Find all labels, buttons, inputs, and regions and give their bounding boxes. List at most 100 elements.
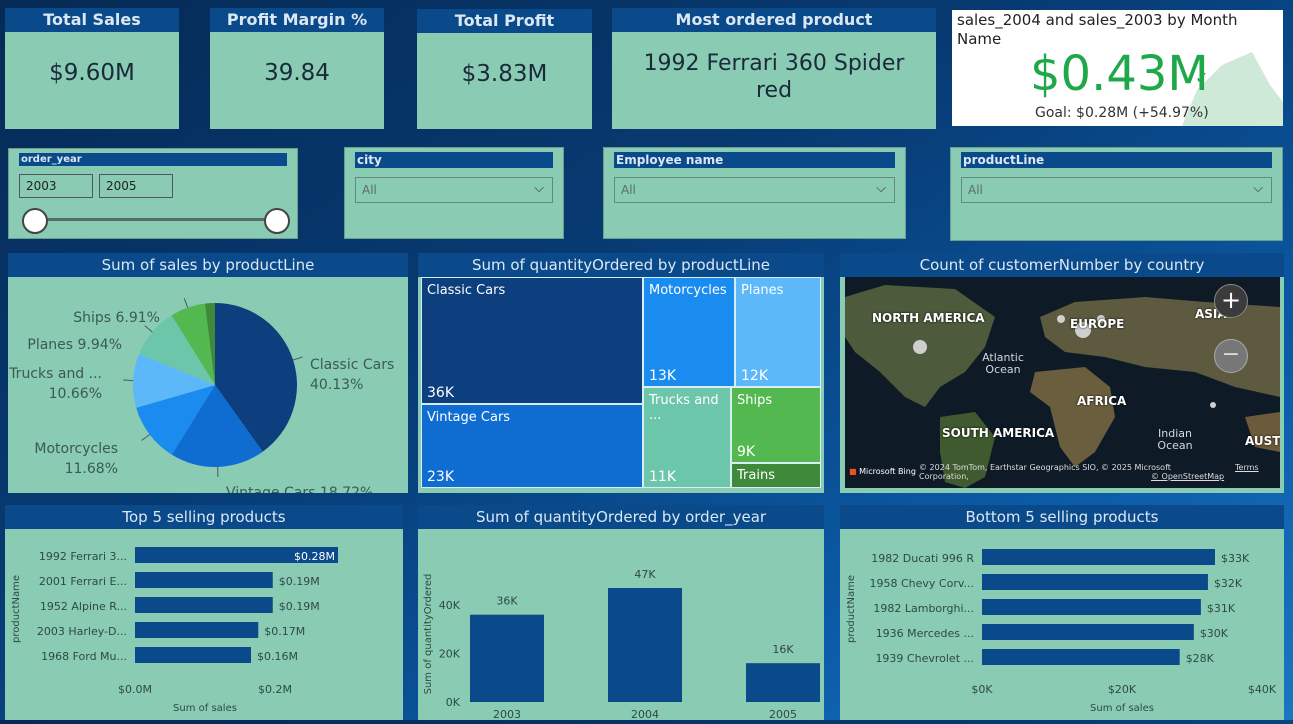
check-icon: ✓ bbox=[1195, 68, 1208, 87]
map-card: Count of customerNumber by country NORTH… bbox=[840, 253, 1284, 493]
treemap-tile-planes[interactable]: Planes12K bbox=[735, 277, 821, 387]
kpi-value: $9.60M bbox=[5, 60, 179, 86]
chevron-down-icon: ⌵ bbox=[1253, 177, 1263, 201]
map-ocean-label: Atlantic Ocean bbox=[977, 352, 1029, 376]
bar-value-label: $0.17M bbox=[264, 625, 305, 638]
map-bubble[interactable] bbox=[1057, 315, 1065, 323]
pie-leader-line bbox=[293, 357, 303, 360]
tile-label: Classic Cars bbox=[427, 283, 505, 298]
pie-slice-label: Trucks and ... bbox=[8, 366, 102, 382]
bar-value-label: $33K bbox=[1221, 552, 1250, 565]
bar-value-label: $32K bbox=[1214, 577, 1243, 590]
treemap-tile-classic-cars[interactable]: Classic Cars36K bbox=[421, 277, 643, 404]
treemap-tile-vintage-cars[interactable]: Vintage Cars23K bbox=[421, 404, 643, 488]
tile-label: Vintage Cars bbox=[427, 410, 510, 425]
bar-category-label: 1968 Ford Mu... bbox=[41, 650, 127, 663]
column bbox=[470, 615, 544, 702]
kpi-total-profit: Total Profit $3.83M bbox=[417, 9, 592, 129]
pie-slice-percent: 11.68% bbox=[65, 461, 118, 477]
kpi-title: Most ordered product bbox=[612, 8, 936, 32]
year-range-start-handle[interactable] bbox=[22, 208, 48, 234]
bing-logo: ■ Microsoft Bing bbox=[849, 467, 916, 476]
pie-slice-label: Planes 9.94% bbox=[27, 337, 122, 353]
tile-label: Motorcycles bbox=[649, 283, 727, 298]
year-to-input[interactable]: 2005 bbox=[99, 174, 173, 198]
pie-chart-card: Sum of sales by productLine Classic Cars… bbox=[8, 253, 408, 493]
employee-dropdown[interactable]: All⌵ bbox=[614, 177, 895, 203]
bar-value-label: $28K bbox=[1186, 652, 1215, 665]
zoom-in-button[interactable]: + bbox=[1214, 284, 1248, 318]
tile-value: 11K bbox=[649, 469, 676, 485]
y-tick-label: 20K bbox=[439, 647, 461, 660]
treemap-tile-ships[interactable]: Ships 9K bbox=[731, 387, 821, 463]
map-bubble[interactable] bbox=[913, 340, 927, 354]
bar-category-label: 1952 Alpine R... bbox=[40, 600, 127, 613]
y-axis-title: productName bbox=[11, 575, 22, 643]
map-bubble[interactable] bbox=[1210, 402, 1216, 408]
bar bbox=[982, 549, 1215, 565]
dropdown-value: All bbox=[621, 183, 636, 197]
tile-label: Trucks and ... bbox=[649, 393, 730, 423]
column bbox=[746, 663, 820, 702]
zoom-out-button[interactable]: − bbox=[1214, 339, 1248, 373]
slicer-label: order_year bbox=[19, 153, 287, 166]
bar bbox=[982, 649, 1180, 665]
column-value-label: 47K bbox=[634, 568, 656, 581]
tile-value: 9K bbox=[737, 444, 755, 460]
slicer-label: productLine bbox=[961, 152, 1272, 168]
x-axis-title: Sum of sales bbox=[1090, 703, 1154, 714]
pie-chart: Classic Cars40.13%Vintage Cars 18.72%Mot… bbox=[8, 277, 408, 493]
bar bbox=[135, 572, 273, 588]
bar bbox=[135, 647, 251, 663]
top5-bar-chart: 1992 Ferrari 3...$0.28M2001 Ferrari E...… bbox=[5, 529, 403, 720]
treemap-tile-motorcycles[interactable]: Motorcycles13K bbox=[643, 277, 735, 387]
pie-leader-line bbox=[142, 434, 150, 440]
chart-title: Sum of quantityOrdered by productLine bbox=[418, 253, 824, 277]
bar-category-label: 1939 Chevrolet ... bbox=[875, 652, 974, 665]
slicer-order-year: order_year 2003 2005 bbox=[8, 148, 298, 239]
column-value-label: 36K bbox=[496, 595, 518, 608]
x-axis-title: Sum of sales bbox=[173, 703, 237, 714]
kpi-title: Total Sales bbox=[5, 8, 179, 32]
year-from-input[interactable]: 2003 bbox=[19, 174, 93, 198]
bar-category-label: 1958 Chevy Corv... bbox=[869, 577, 974, 590]
map-label: EUROPE bbox=[1070, 317, 1124, 331]
map-label: AFRICA bbox=[1077, 394, 1126, 408]
bar-category-label: 1982 Ducati 996 R bbox=[871, 552, 974, 565]
bottom5-chart-card: Bottom 5 selling products 1982 Ducati 99… bbox=[840, 505, 1284, 720]
map-terms-link[interactable]: Terms bbox=[1235, 463, 1259, 472]
map-osm-link[interactable]: © OpenStreetMap bbox=[1151, 472, 1224, 481]
bar bbox=[135, 622, 258, 638]
treemap-tile-trains[interactable]: Trains bbox=[731, 463, 821, 488]
pie-leader-line bbox=[145, 326, 153, 332]
slicer-employee: Employee name All⌵ bbox=[603, 147, 906, 239]
tile-label: Ships bbox=[737, 393, 772, 408]
bar bbox=[135, 597, 273, 613]
y-tick-label: 40K bbox=[439, 599, 461, 612]
slicer-productline: productLine All⌵ bbox=[950, 147, 1283, 241]
dropdown-value: All bbox=[362, 183, 377, 197]
city-dropdown[interactable]: All ⌵ bbox=[355, 177, 553, 203]
productline-dropdown[interactable]: All⌵ bbox=[961, 177, 1272, 203]
map-label: AUSTRAL bbox=[1245, 434, 1280, 448]
pie-leader-line bbox=[184, 298, 187, 307]
world-map[interactable]: NORTH AMERICA EUROPE ASIA AFRICA SOUTH A… bbox=[845, 277, 1280, 488]
slicer-label: Employee name bbox=[614, 152, 895, 168]
treemap-card: Sum of quantityOrdered by productLine Cl… bbox=[418, 253, 824, 493]
treemap-tile-trucks[interactable]: Trucks and ... 11K bbox=[643, 387, 731, 488]
bar-value-label: $0.28M bbox=[294, 550, 335, 563]
bar-category-label: 2003 Harley-D... bbox=[37, 625, 127, 638]
pie-slice-label: Vintage Cars 18.72% bbox=[226, 485, 373, 493]
year-range-end-handle[interactable] bbox=[264, 208, 290, 234]
x-tick-label: $0K bbox=[971, 683, 993, 696]
chevron-down-icon: ⌵ bbox=[534, 177, 544, 201]
pie-leader-line bbox=[123, 380, 133, 381]
slicer-label: city bbox=[355, 152, 553, 168]
map-label: SOUTH AMERICA bbox=[942, 426, 1054, 440]
year-chart-card: Sum of quantityOrdered by order_year 0K2… bbox=[418, 505, 824, 720]
tile-value: 12K bbox=[741, 368, 768, 384]
kpi-title: Profit Margin % bbox=[210, 8, 384, 32]
chart-title: Top 5 selling products bbox=[5, 505, 403, 529]
y-axis-title: Sum of quantityOrdered bbox=[423, 574, 434, 695]
x-tick-label: $0.2M bbox=[258, 683, 292, 696]
